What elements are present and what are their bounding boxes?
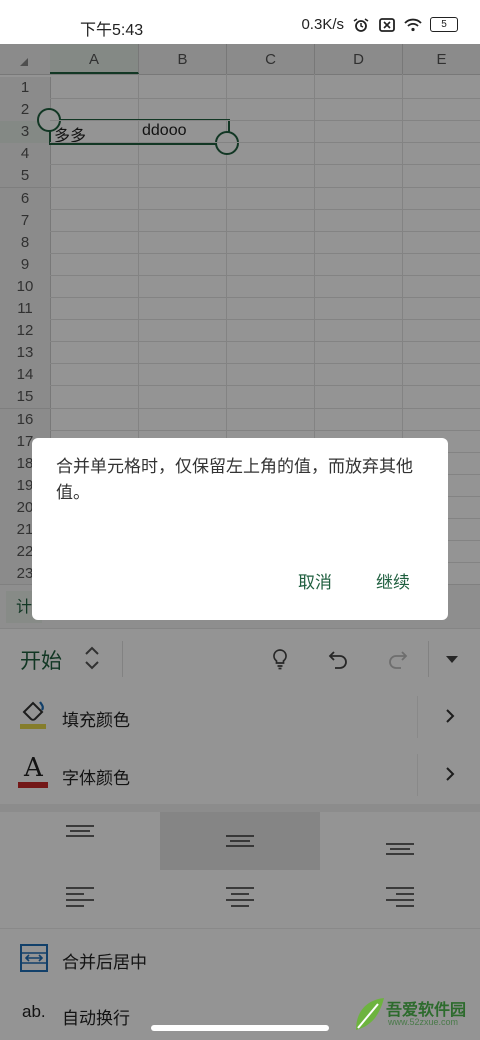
- status-icons: 0.3K/s 5: [301, 16, 458, 33]
- site-watermark: 吾爱软件园 www.52zxue.com: [352, 990, 480, 1038]
- sim-off-icon: [379, 17, 395, 32]
- cancel-button[interactable]: 取消: [298, 568, 332, 593]
- battery-icon: 5: [430, 17, 458, 32]
- battery-level: 5: [441, 19, 447, 30]
- alarm-icon: [353, 17, 369, 32]
- continue-button[interactable]: 继续: [376, 568, 410, 593]
- status-bar: 下午5:43 0.3K/s 5: [0, 0, 480, 44]
- wifi-icon: [404, 18, 422, 31]
- merge-confirm-dialog: 合并单元格时，仅保留左上角的值，而放弃其他值。 取消 继续: [32, 438, 448, 620]
- leaf-logo-icon: [356, 998, 384, 1030]
- home-indicator[interactable]: [151, 1025, 329, 1031]
- network-speed: 0.3K/s: [301, 16, 344, 33]
- dialog-message: 合并单元格时，仅保留左上角的值，而放弃其他值。: [56, 457, 413, 503]
- status-time: 下午5:43: [80, 22, 144, 39]
- watermark-url: www.52zxue.com: [388, 1017, 459, 1027]
